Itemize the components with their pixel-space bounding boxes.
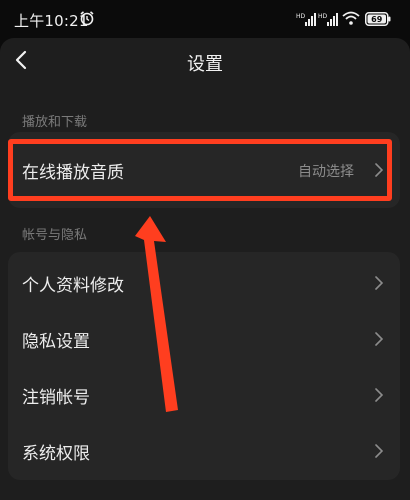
battery-level: 69 xyxy=(371,15,383,24)
chevron-right-icon[interactable] xyxy=(374,276,384,290)
settings-item-system-permissions[interactable]: 系统权限 xyxy=(22,439,90,464)
status-time: 上午10:21 xyxy=(14,12,89,30)
chevron-right-icon[interactable] xyxy=(374,444,384,458)
signal-hd-icon: HD xyxy=(318,13,338,26)
annotation-highlight-box xyxy=(8,139,392,201)
settings-item-privacy[interactable]: 隐私设置 xyxy=(22,327,90,352)
svg-text:HD: HD xyxy=(318,13,328,20)
settings-item-cancel-account[interactable]: 注销帐号 xyxy=(22,383,90,408)
chevron-right-icon[interactable] xyxy=(374,332,384,346)
battery-icon: 69 xyxy=(365,12,391,26)
signal-hd-icon: HD xyxy=(296,13,316,26)
svg-text:HD: HD xyxy=(296,13,306,20)
settings-item-profile[interactable]: 个人资料修改 xyxy=(22,271,124,296)
chevron-right-icon[interactable] xyxy=(374,388,384,402)
section-label-playback: 播放和下载 xyxy=(22,115,88,130)
section-label-account: 帐号与隐私 xyxy=(22,228,88,243)
wifi-icon xyxy=(342,11,360,25)
alarm-icon xyxy=(80,11,94,26)
page-title: 设置 xyxy=(187,54,223,75)
status-bar: 上午10:21 HD HD 69 xyxy=(0,0,410,36)
